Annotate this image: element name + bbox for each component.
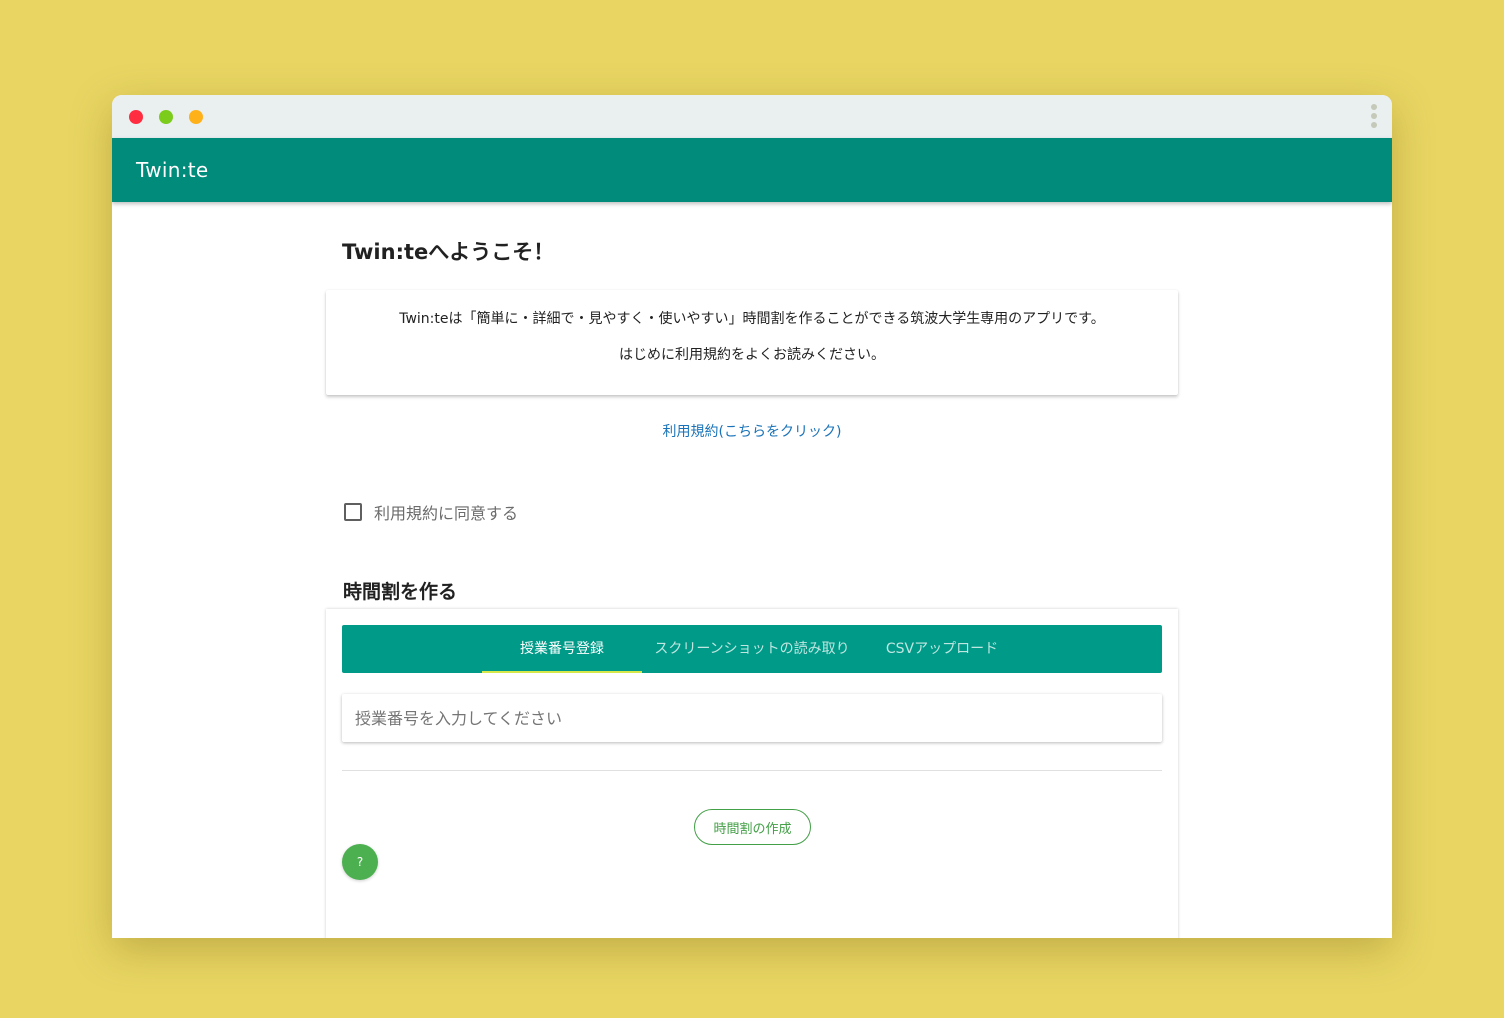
intro-card: Twin:teは「簡単に・詳細で・見やすく・使いやすい」時間割を作ることができる… bbox=[326, 290, 1178, 395]
browser-window: Twin:te Twin:teへようこそ！ Twin:teは「簡単に・詳細で・見… bbox=[112, 95, 1392, 938]
tab-csv-upload[interactable]: CSVアップロード bbox=[862, 625, 1022, 673]
app-bar: Twin:te bbox=[112, 138, 1392, 202]
agree-terms-label[interactable]: 利用規約に同意する bbox=[374, 500, 518, 524]
agree-terms-checkbox-row[interactable]: 利用規約に同意する bbox=[344, 500, 518, 524]
app-title: Twin:te bbox=[136, 158, 209, 182]
tab-screenshot-read[interactable]: スクリーンショットの読み取り bbox=[642, 625, 862, 673]
create-timetable-button[interactable]: 時間割の作成 bbox=[694, 809, 811, 845]
create-timetable-heading: 時間割を作る bbox=[343, 581, 458, 603]
agree-terms-checkbox[interactable] bbox=[344, 503, 362, 521]
active-tab-indicator bbox=[482, 671, 642, 673]
minimize-window-dot[interactable] bbox=[159, 110, 173, 124]
tab-course-number[interactable]: 授業番号登録 bbox=[482, 625, 642, 673]
divider bbox=[342, 770, 1162, 771]
main-content: Twin:teへようこそ！ Twin:teは「簡単に・詳細で・見やすく・使いやす… bbox=[326, 202, 1178, 938]
intro-text: Twin:teは「簡単に・詳細で・見やすく・使いやすい」時間割を作ることができる… bbox=[399, 311, 1105, 327]
welcome-heading: Twin:teへようこそ！ bbox=[342, 240, 555, 264]
registration-tabs: 授業番号登録 スクリーンショットの読み取り CSVアップロード bbox=[342, 625, 1162, 673]
help-button[interactable]: ? bbox=[342, 844, 378, 880]
window-titlebar bbox=[112, 95, 1392, 138]
terms-link[interactable]: 利用規約(こちらをクリック) bbox=[326, 421, 1178, 441]
course-number-input[interactable] bbox=[342, 694, 1162, 742]
create-timetable-card: 授業番号登録 スクリーンショットの読み取り CSVアップロード 時間割の作成 bbox=[326, 609, 1178, 938]
maximize-window-dot[interactable] bbox=[189, 110, 203, 124]
intro-instruction-text: はじめに利用規約をよくお読みください。 bbox=[619, 347, 885, 363]
close-window-dot[interactable] bbox=[129, 110, 143, 124]
more-vertical-icon[interactable] bbox=[1370, 104, 1378, 130]
